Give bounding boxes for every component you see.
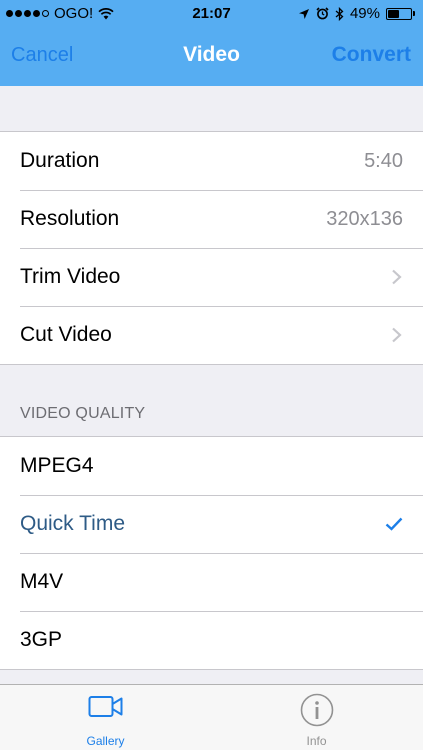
trim-video-label: Trim Video bbox=[20, 265, 121, 288]
quality-option-label: M4V bbox=[20, 570, 64, 593]
header: OGO! 21:07 49% Cancel Video Convert bbox=[0, 0, 423, 86]
bluetooth-icon bbox=[335, 6, 344, 21]
chevron-right-icon bbox=[392, 327, 402, 343]
quality-option-label: 3GP bbox=[20, 628, 63, 651]
tab-info[interactable]: Info bbox=[211, 685, 422, 750]
chevron-right-icon bbox=[392, 269, 402, 285]
checkmark-icon bbox=[385, 517, 403, 531]
battery-percent: 49% bbox=[349, 5, 380, 22]
resolution-row: Resolution 320x136 bbox=[0, 190, 423, 248]
duration-row: Duration 5:40 bbox=[0, 132, 423, 190]
info-icon bbox=[300, 693, 333, 727]
video-info-group: Duration 5:40 Resolution 320x136 Trim Vi… bbox=[0, 131, 423, 365]
trim-video-row[interactable]: Trim Video bbox=[0, 248, 423, 306]
navigation-bar: Cancel Video Convert bbox=[0, 28, 423, 84]
duration-value: 5:40 bbox=[364, 150, 403, 172]
battery-body bbox=[386, 7, 412, 20]
resolution-value: 320x136 bbox=[326, 208, 403, 230]
status-right: 49% bbox=[298, 5, 415, 22]
quality-option-3gp[interactable]: 3GP bbox=[0, 611, 423, 669]
video-camera-icon bbox=[88, 696, 122, 717]
battery-tip bbox=[413, 11, 415, 16]
location-arrow-icon bbox=[298, 8, 309, 19]
quality-option-label: MPEG4 bbox=[20, 454, 94, 477]
quality-option-m4v[interactable]: M4V bbox=[0, 553, 423, 611]
battery-icon bbox=[386, 7, 415, 20]
tab-gallery[interactable]: Gallery bbox=[0, 685, 211, 750]
video-quality-group: MPEG4 Quick Time M4V 3GP bbox=[0, 436, 423, 670]
status-bar: OGO! 21:07 49% bbox=[0, 0, 423, 28]
convert-button[interactable]: Convert bbox=[332, 43, 411, 67]
tab-bar: Gallery Info bbox=[0, 684, 423, 750]
quality-option-label: Quick Time bbox=[20, 512, 126, 535]
tab-info-label: Info bbox=[306, 734, 327, 748]
quality-option-mpeg4[interactable]: MPEG4 bbox=[0, 437, 423, 495]
battery-level bbox=[388, 9, 399, 18]
tab-gallery-label: Gallery bbox=[86, 734, 125, 748]
alarm-clock-icon bbox=[316, 7, 329, 20]
cut-video-row[interactable]: Cut Video bbox=[0, 306, 423, 364]
resolution-label: Resolution bbox=[20, 207, 120, 230]
quality-option-quicktime[interactable]: Quick Time bbox=[0, 495, 423, 553]
duration-label: Duration bbox=[20, 149, 100, 172]
section-header-video-quality: VIDEO QUALITY bbox=[20, 405, 146, 422]
cut-video-label: Cut Video bbox=[20, 323, 112, 346]
